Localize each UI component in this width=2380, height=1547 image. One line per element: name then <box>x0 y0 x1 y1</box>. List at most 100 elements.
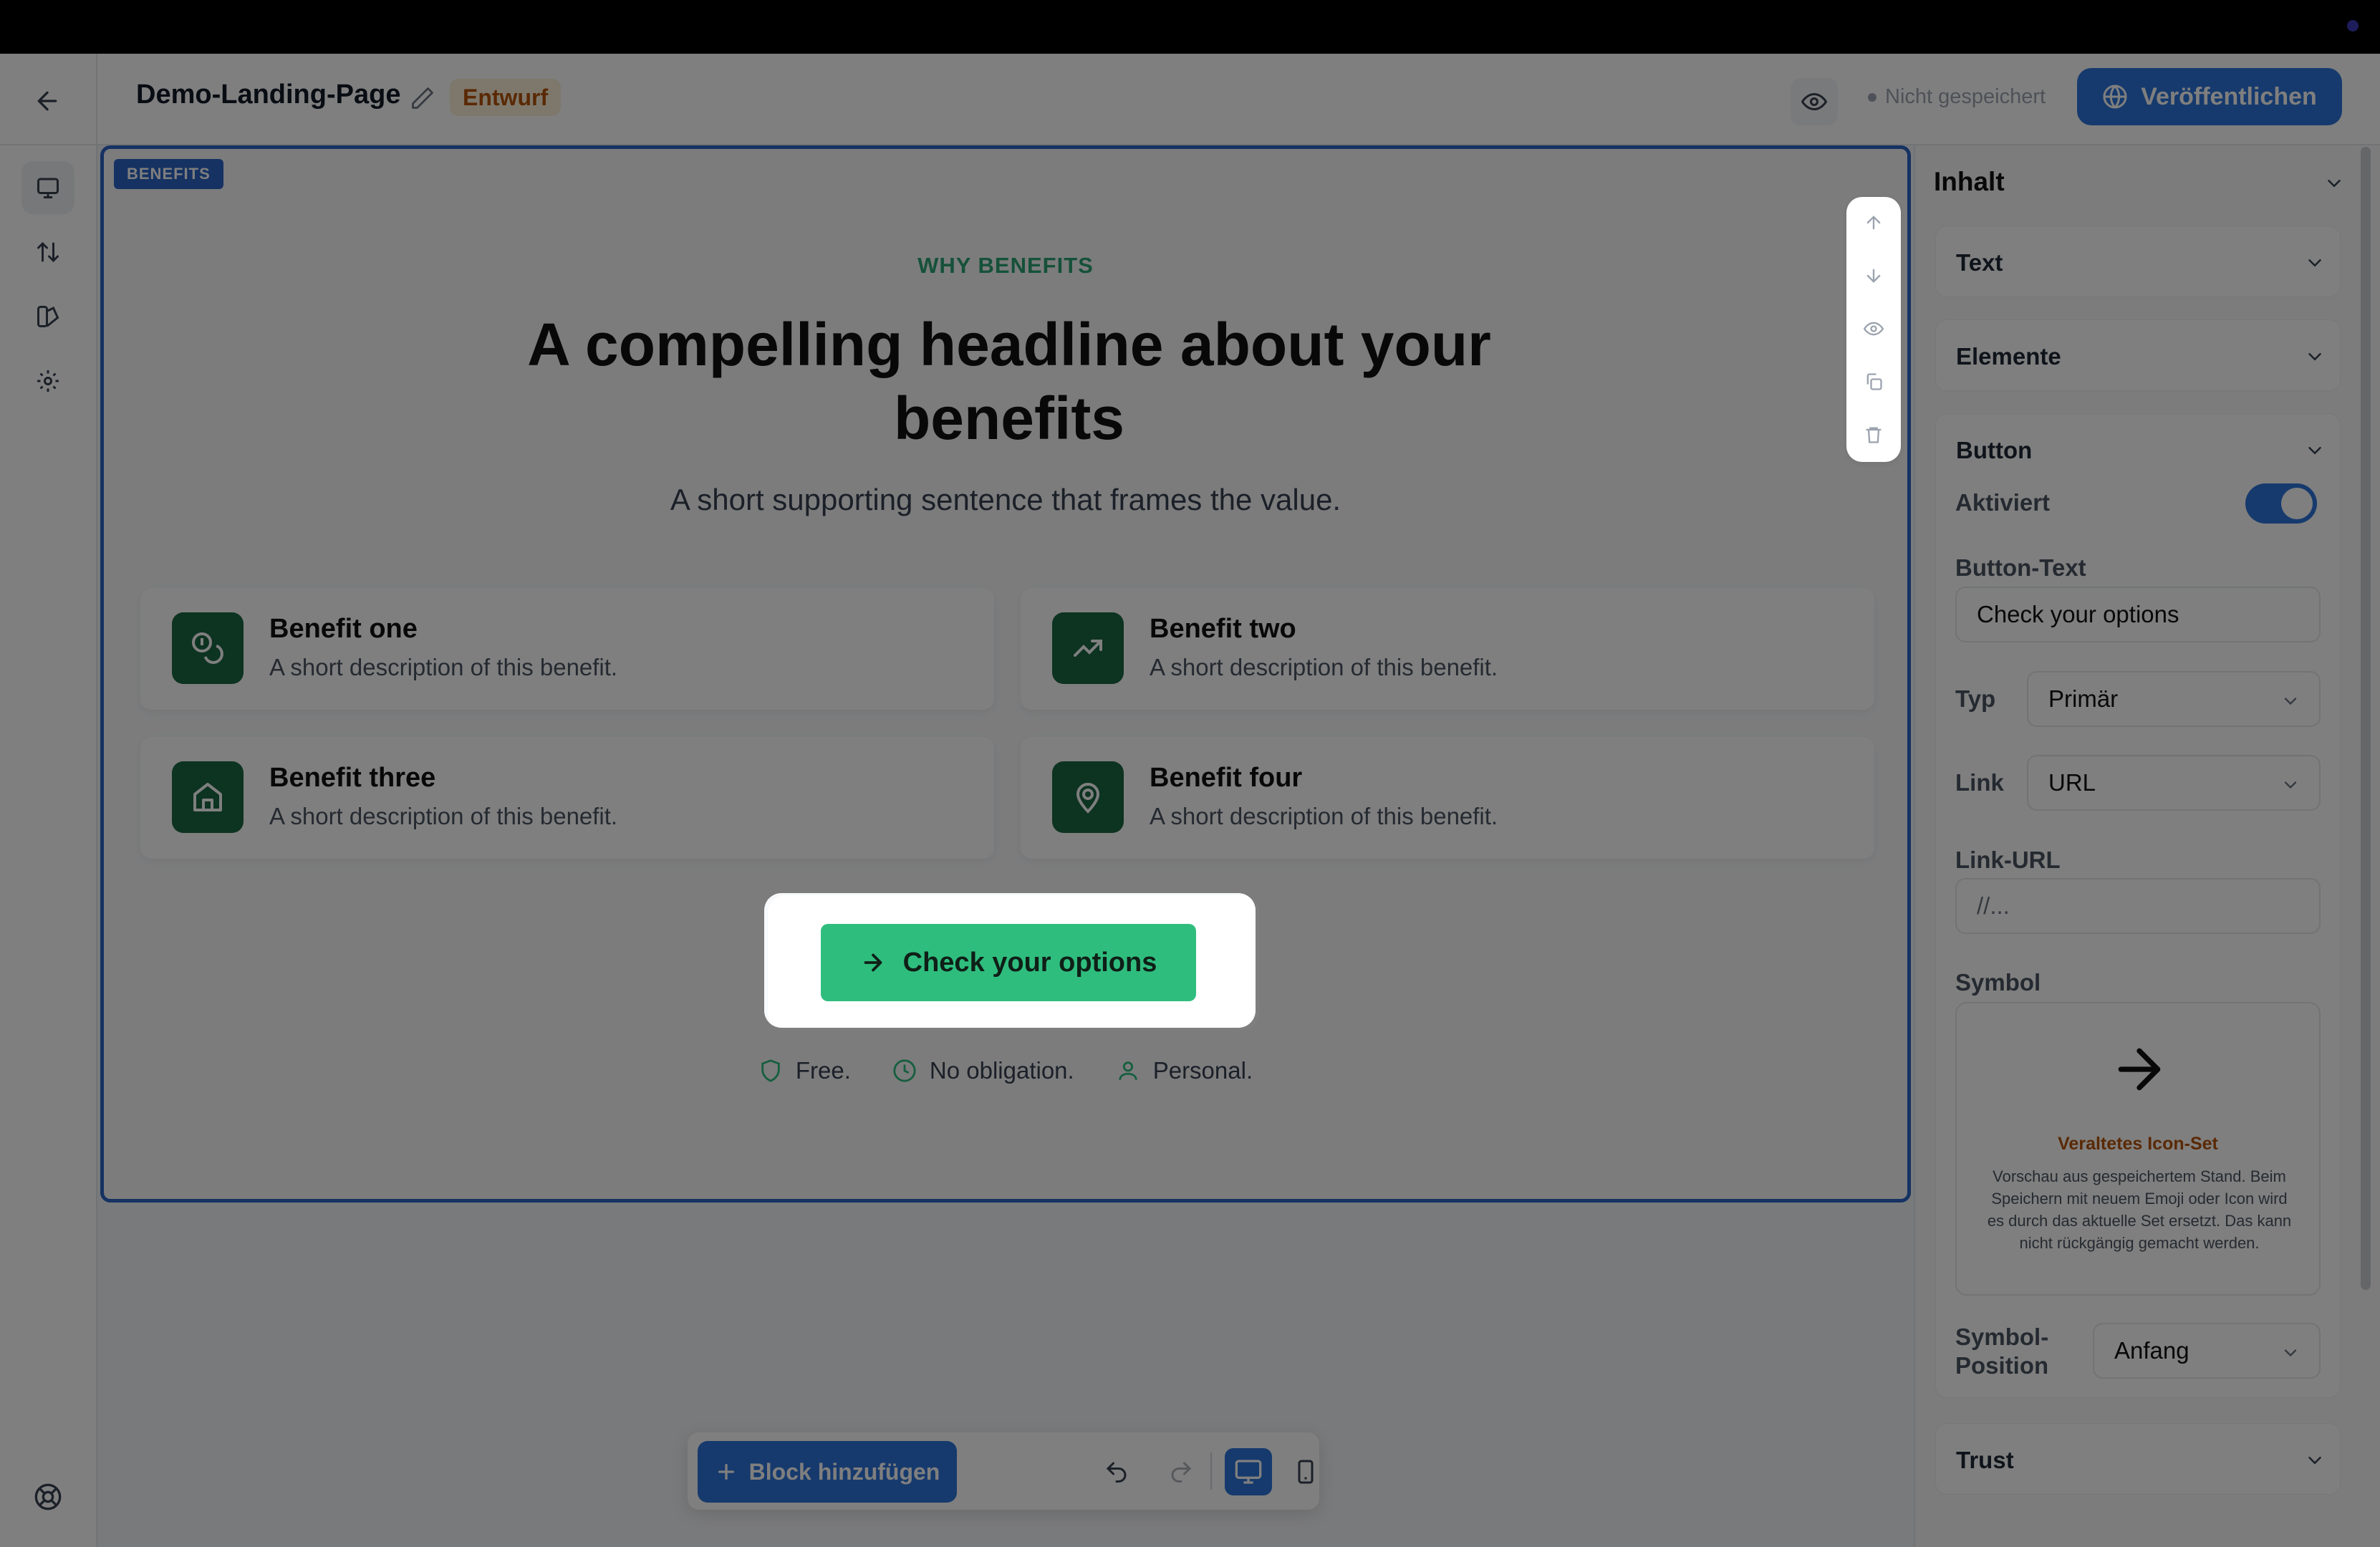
arrow-down-icon <box>1866 269 1881 283</box>
copy-icon <box>1866 373 1882 390</box>
symbol-position-label: Symbol- Position <box>1955 1323 2048 1380</box>
symbol-warning: Veraltetes Icon-Set <box>2058 1134 2218 1154</box>
redo-button[interactable] <box>1157 1448 1205 1495</box>
chevron-down-icon <box>2284 781 2297 789</box>
globe-icon <box>2103 85 2127 109</box>
toggle-visibility-button[interactable] <box>1858 313 1889 344</box>
benefit-title: Benefit four <box>1150 763 1303 793</box>
arrow-left-icon <box>37 91 57 111</box>
button-text-input[interactable]: Check your options <box>1955 587 2321 642</box>
redo-icon <box>1171 1462 1192 1483</box>
trust-label: Personal. <box>1152 1057 1253 1084</box>
symbol-description: Vorschau aus gespeichertem Stand. Beim S… <box>1987 1167 2292 1252</box>
benefit-desc: A short description of this benefit. <box>1150 654 1498 680</box>
eye-icon <box>1864 322 1884 336</box>
chevron-down-icon <box>2308 353 2321 361</box>
eye-icon <box>1801 92 1827 111</box>
properties-panel: Inhalt Text Elemente Button Aktiviert Bu… <box>1914 145 2380 1547</box>
symbol-label: Symbol <box>1955 969 2041 996</box>
sidebar-item-blocks[interactable] <box>21 161 74 214</box>
map-pin-icon <box>1052 761 1124 833</box>
publish-button[interactable]: Veröffentlichen <box>2077 68 2342 125</box>
type-value: Primär <box>2048 685 2119 712</box>
edit-title-button[interactable] <box>410 85 435 111</box>
camera-indicator <box>2347 20 2359 32</box>
mobile-view-button[interactable] <box>1282 1448 1329 1495</box>
symbol-position-select[interactable]: Anfang <box>2093 1323 2321 1379</box>
chevron-down-icon[interactable] <box>2323 173 2345 194</box>
home-icon <box>172 761 244 833</box>
section-title: Elemente <box>1956 343 2061 370</box>
sidebar-item-reorder[interactable] <box>21 226 74 279</box>
sidebar-item-settings[interactable] <box>21 355 74 408</box>
block-subline[interactable]: A short supporting sentence that frames … <box>104 483 1907 517</box>
type-select[interactable]: Primär <box>2027 671 2321 727</box>
trust-row: Free. No obligation. Personal. <box>104 1057 1907 1084</box>
chevron-down-icon <box>2308 259 2321 267</box>
benefit-card[interactable]: Benefit two A short description of this … <box>1021 588 1874 710</box>
undo-icon <box>1106 1462 1127 1483</box>
trust-item: Personal. <box>1116 1057 1253 1084</box>
system-top-bar <box>0 0 2380 54</box>
save-status: Nicht gespeichert <box>1868 85 2046 109</box>
block-eyebrow[interactable]: WHY BENEFITS <box>104 253 1907 279</box>
benefit-card[interactable]: Benefit three A short description of thi… <box>140 737 994 859</box>
plus-icon <box>718 1464 734 1480</box>
add-block-button[interactable]: Block hinzufügen <box>698 1441 957 1503</box>
editor-header: Demo-Landing-Page Entwurf Nicht gespeich… <box>0 54 2380 145</box>
activated-toggle[interactable] <box>2245 483 2317 524</box>
preview-button[interactable] <box>1791 78 1838 125</box>
undo-button[interactable] <box>1093 1448 1140 1495</box>
add-block-label: Block hinzufügen <box>748 1458 940 1485</box>
benefit-card[interactable]: Benefit four A short description of this… <box>1021 737 1874 859</box>
smartphone-icon <box>1298 1460 1314 1484</box>
left-sidebar <box>0 145 97 1547</box>
link-url-input[interactable]: //... <box>1955 878 2321 934</box>
save-status-label: Nicht gespeichert <box>1885 85 2046 108</box>
toggle-knob <box>2281 488 2313 519</box>
move-down-button[interactable] <box>1858 260 1889 291</box>
section-elemente[interactable]: Elemente <box>1935 319 2341 391</box>
duplicate-button[interactable] <box>1858 366 1889 397</box>
chevron-down-icon <box>2284 1349 2297 1357</box>
link-label: Link <box>1955 769 2004 796</box>
chevron-down-icon[interactable] <box>2304 440 2326 461</box>
benefit-desc: A short description of this benefit. <box>1150 803 1498 829</box>
monitor-icon <box>1235 1460 1262 1484</box>
back-button[interactable] <box>29 82 66 120</box>
move-up-button[interactable] <box>1858 207 1889 238</box>
block-floating-tools <box>1846 197 1901 462</box>
trust-label: No obligation. <box>929 1057 1074 1084</box>
delete-button[interactable] <box>1858 419 1889 450</box>
desktop-view-button[interactable] <box>1225 1448 1272 1495</box>
activated-label: Aktiviert <box>1955 489 2051 516</box>
pencil-icon <box>412 87 433 109</box>
panel-scrollbar[interactable] <box>2361 147 2371 1290</box>
header-divider <box>96 54 97 145</box>
section-title: Trust <box>1956 1447 2014 1473</box>
section-trust[interactable]: Trust <box>1935 1423 2341 1495</box>
symbol-position-value: Anfang <box>2114 1337 2189 1364</box>
block-type-tag: BENEFITS <box>114 159 223 189</box>
symbol-picker[interactable]: Veraltetes Icon-Set Vorschau aus gespeic… <box>1955 1002 2321 1296</box>
benefit-card[interactable]: Benefit one A short description of this … <box>140 588 994 710</box>
type-label: Typ <box>1955 685 1996 712</box>
palette-icon <box>37 306 59 327</box>
arrow-right-icon <box>2118 1048 2161 1091</box>
trust-item: No obligation. <box>892 1057 1074 1084</box>
sidebar-item-design[interactable] <box>21 290 74 343</box>
benefits-block[interactable]: BENEFITS WHY BENEFITS A compelling headl… <box>100 145 1911 1203</box>
bottom-toolbar: Block hinzufügen <box>688 1432 1319 1510</box>
benefit-desc: A short description of this benefit. <box>269 654 618 680</box>
coins-icon <box>172 612 244 684</box>
link-select[interactable]: URL <box>2027 755 2321 811</box>
section-title[interactable]: Button <box>1956 437 2032 464</box>
chevron-down-icon <box>2284 698 2297 705</box>
sidebar-item-help[interactable] <box>21 1470 74 1523</box>
benefit-title: Benefit one <box>269 614 418 644</box>
benefit-title: Benefit three <box>269 763 436 793</box>
link-url-label: Link-URL <box>1955 847 2061 873</box>
block-headline[interactable]: A compelling headline about your benefit… <box>508 308 1511 456</box>
section-text[interactable]: Text <box>1935 226 2341 297</box>
spotlight-highlight <box>764 893 1256 1028</box>
